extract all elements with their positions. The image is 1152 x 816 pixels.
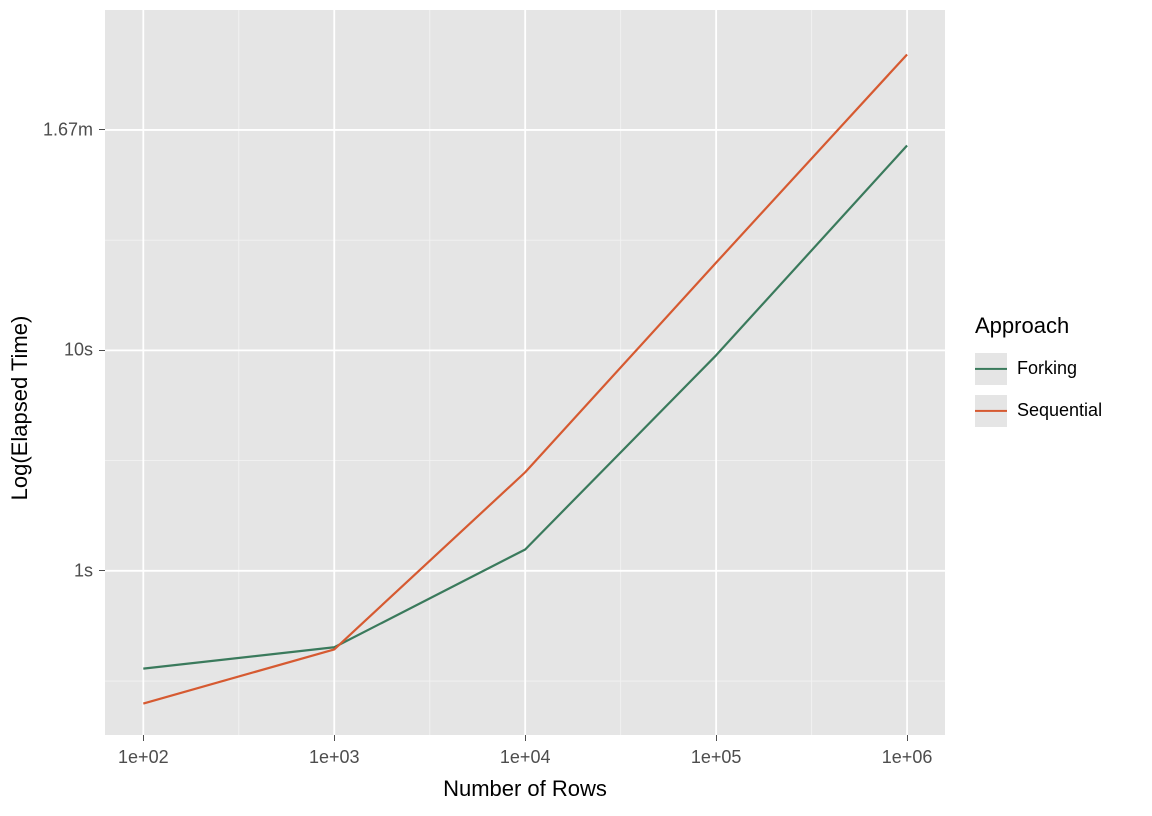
x-tick-label: 1e+03 <box>309 747 360 768</box>
x-tick-label: 1e+02 <box>118 747 169 768</box>
x-tick-mark <box>716 735 717 741</box>
y-tick-label: 1.67m <box>43 119 93 140</box>
x-tick-mark <box>334 735 335 741</box>
x-tick-mark <box>525 735 526 741</box>
legend-title: Approach <box>975 313 1102 339</box>
x-axis-label: Number of Rows <box>105 776 945 802</box>
y-axis-label: Log(Elapsed Time) <box>7 316 33 501</box>
legend: Approach Forking Sequential <box>975 313 1102 437</box>
chart-container: Log(Elapsed Time) Number of Rows Approac… <box>0 0 1152 816</box>
legend-item: Sequential <box>975 395 1102 427</box>
y-tick-mark <box>99 129 105 130</box>
y-tick-label: 10s <box>64 340 93 361</box>
y-tick-mark <box>99 350 105 351</box>
x-tick-mark <box>907 735 908 741</box>
y-tick-mark <box>99 570 105 571</box>
x-tick-label: 1e+04 <box>500 747 551 768</box>
y-tick-label: 1s <box>74 560 93 581</box>
legend-label: Sequential <box>1017 400 1102 421</box>
legend-key <box>975 395 1007 427</box>
legend-item: Forking <box>975 353 1102 385</box>
legend-label: Forking <box>1017 358 1077 379</box>
x-tick-mark <box>143 735 144 741</box>
x-tick-label: 1e+06 <box>882 747 933 768</box>
x-tick-label: 1e+05 <box>691 747 742 768</box>
legend-key <box>975 353 1007 385</box>
